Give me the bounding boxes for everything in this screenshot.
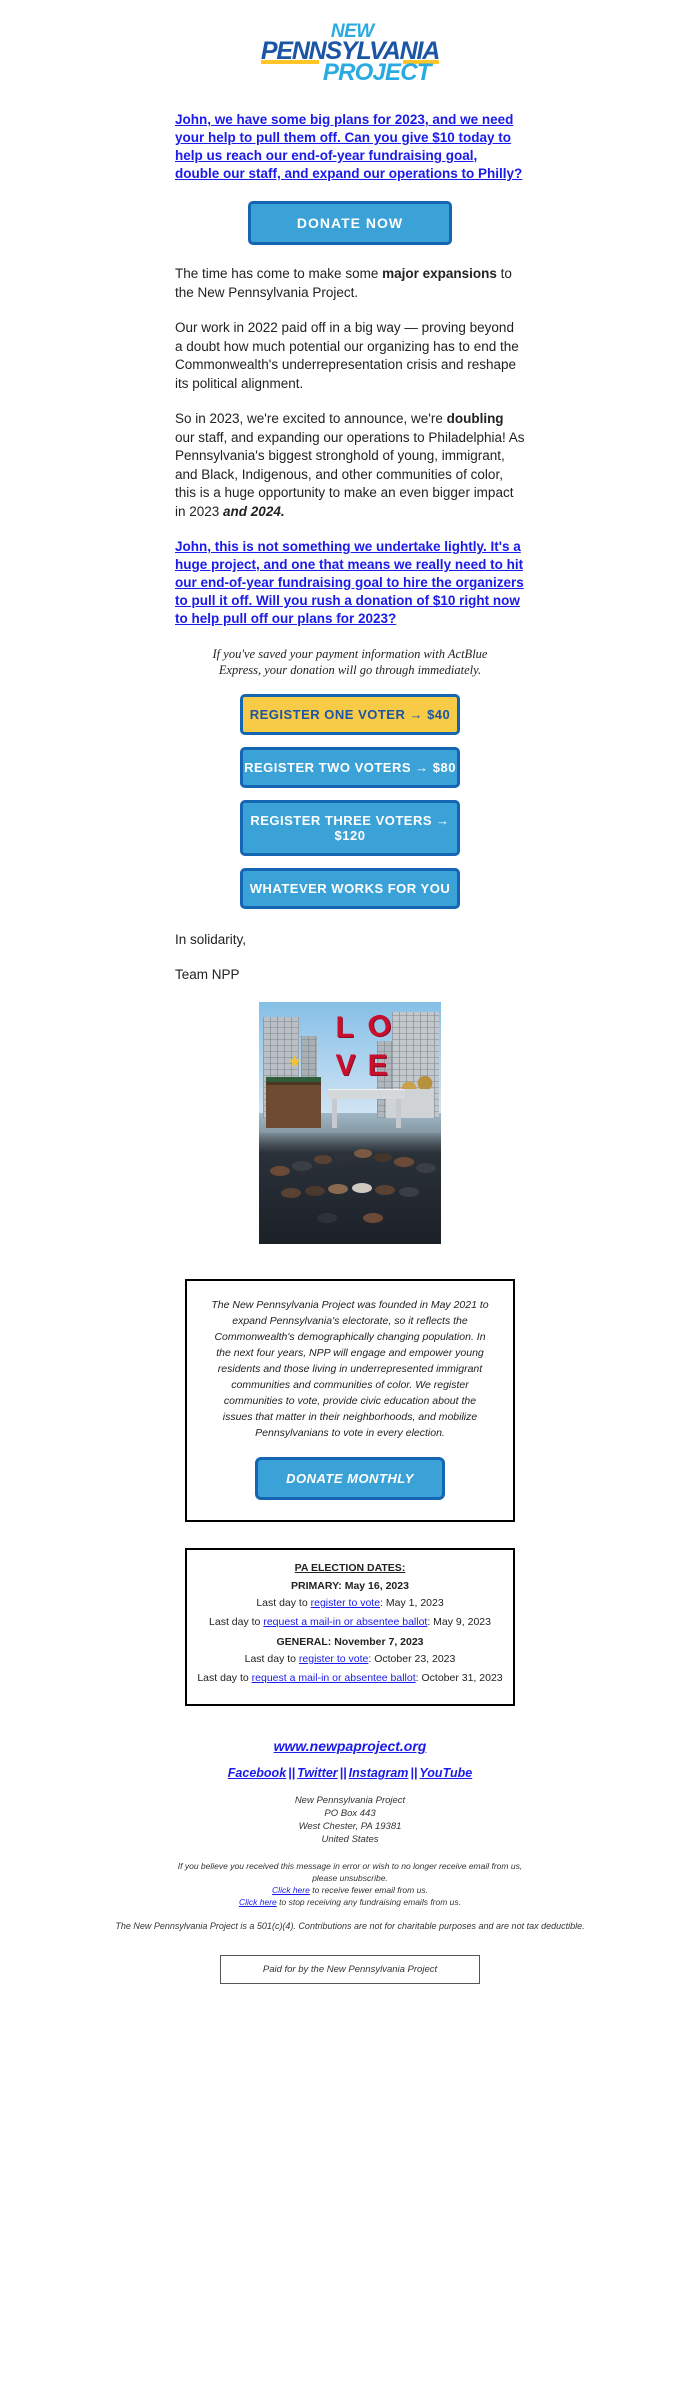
social-links-row: Facebook || Twitter || Instagram || YouTube [0,1766,700,1780]
signoff-column: In solidarity, Team NPP [175,931,525,984]
photo-team-crowd [259,1132,441,1244]
primary-mail-post: : May 9, 2023 [427,1616,491,1628]
general-register-post: : October 23, 2023 [368,1653,456,1665]
team-photo-block: LOVE [0,1002,700,1249]
actblue-express-note: If you've saved your payment information… [212,647,488,677]
primary-register-post: : May 1, 2023 [380,1597,444,1609]
body-paragraph-3: So in 2023, we're excited to announce, w… [175,410,525,521]
intro-ask-link[interactable]: John, we have some big plans for 2023, a… [175,111,525,183]
signoff-line-1: In solidarity, [175,932,247,947]
website-link[interactable]: www.newpaproject.org [274,1738,427,1754]
p3-emphasis-doubling: doubling [446,411,504,426]
primary-register-link[interactable]: register to vote [311,1597,380,1609]
primary-mail-pre: Last day to [209,1616,264,1628]
donate-now-button[interactable]: DONATE NOW [247,201,453,245]
photo-love-base [328,1089,405,1099]
p3-part-a: So in 2023, we're excited to announce, w… [175,411,447,426]
p1-part-a: The time has come to make some [175,266,383,281]
general-mailin-link[interactable]: request a mail-in or absentee ballot [252,1672,416,1684]
stop-fundraising-text: to stop receiving any fundraising emails… [276,1897,462,1907]
fewer-emails-text: to receive fewer email from us. [309,1885,428,1895]
address-pobox: PO Box 443 [324,1808,376,1819]
content-column-2: The time has come to make some major exp… [175,265,525,678]
twitter-link[interactable]: Twitter [297,1766,338,1780]
mailing-address: New Pennsylvania Project PO Box 443 West… [0,1794,700,1846]
primary-mailin-link[interactable]: request a mail-in or absentee ballot [263,1616,427,1628]
fineprint-line-4: Click here to stop receiving any fundrai… [30,1896,670,1908]
primary-election-heading: PRIMARY: May 16, 2023 [291,1580,409,1592]
general-mail-pre: Last day to [197,1672,252,1684]
address-country: United States [321,1834,379,1845]
primary-mailin-deadline: Last day to request a mail-in or absente… [197,1615,503,1630]
social-separator-1: || [288,1766,296,1780]
general-mail-post: : October 31, 2023 [415,1672,503,1684]
paid-for-box: Paid for by the New Pennsylvania Project [220,1955,480,1984]
unsubscribe-fineprint: If you believe you received this message… [0,1860,700,1908]
primary-register-pre: Last day to [256,1597,311,1609]
photo-love-leg-1 [331,1098,338,1128]
ask-button-40[interactable]: REGISTER ONE VOTER → $40 [240,694,460,735]
pa-election-dates-box: PA ELECTION DATES: PRIMARY: May 16, 2023… [185,1548,515,1706]
donation-ask-buttons: REGISTER ONE VOTER → $40 REGISTER TWO VO… [0,694,700,909]
npp-logo: NEW PENNSYLVANIA PROJECT [260,21,440,86]
signoff-line-2: Team NPP [175,966,240,982]
general-register-deadline: Last day to register to vote: October 23… [197,1652,503,1667]
social-separator-2: || [339,1766,347,1780]
address-org: New Pennsylvania Project [294,1795,406,1806]
photo-love-leg-2 [395,1098,401,1128]
mission-statement-box: The New Pennsylvania Project was founded… [185,1279,515,1522]
p3-emphasis-2024: and 2024. [223,503,285,519]
fewer-emails-link[interactable]: Click here [272,1885,310,1895]
photo-garland [266,1077,321,1083]
ask-button-other[interactable]: WHATEVER WORKS FOR YOU [240,868,460,909]
donate-monthly-button[interactable]: DONATE MONTHLY [255,1457,445,1500]
content-column: John, we have some big plans for 2023, a… [175,111,525,183]
stop-fundraising-link[interactable]: Click here [239,1897,277,1907]
ask-button-80[interactable]: REGISTER TWO VOTERS → $80 [240,747,460,788]
fineprint-line-3: Click here to receive fewer email from u… [30,1884,670,1896]
email-footer: www.newpaproject.org Facebook || Twitter ||… [0,1728,700,1984]
logo-text-project: PROJECT [322,59,432,86]
logo-text-new: NEW [330,21,374,42]
general-mailin-deadline: Last day to request a mail-in or absente… [197,1671,503,1686]
donate-now-row: DONATE NOW [0,201,700,245]
photo-market-hut [266,1079,321,1128]
general-register-pre: Last day to [244,1653,299,1665]
election-dates-title: PA ELECTION DATES: [294,1562,406,1574]
body-paragraph-2: Our work in 2022 paid off in a big way —… [175,320,519,391]
general-election-heading: GENERAL: November 7, 2023 [276,1636,424,1648]
tax-disclaimer: The New Pennsylvania Project is a 501(c)… [115,1921,585,1931]
mission-statement-text: The New Pennsylvania Project was founded… [211,1299,489,1439]
instagram-link[interactable]: Instagram [349,1766,409,1780]
youtube-link[interactable]: YouTube [419,1766,472,1780]
logo-header: NEW PENNSYLVANIA PROJECT [0,0,700,111]
fineprint-line-1: If you believe you received this message… [177,1861,523,1871]
team-photo: LOVE [259,1002,441,1244]
secondary-ask-link[interactable]: John, this is not something we undertake… [175,538,525,628]
primary-register-deadline: Last day to register to vote: May 1, 202… [197,1596,503,1611]
email-body: NEW PENNSYLVANIA PROJECT John, we have s… [0,0,700,2014]
address-city: West Chester, PA 19381 [298,1821,402,1832]
body-paragraph-1: The time has come to make some major exp… [175,265,525,302]
fineprint-line-2: please unsubscribe. [312,1873,388,1883]
general-register-link[interactable]: register to vote [299,1653,368,1665]
ask-button-120[interactable]: REGISTER THREE VOTERS → $120 [240,800,460,856]
facebook-link[interactable]: Facebook [228,1766,286,1780]
p1-emphasis: major expansions [382,266,497,281]
photo-love-sculpture: LOVE [335,1006,396,1083]
social-separator-3: || [410,1766,418,1780]
